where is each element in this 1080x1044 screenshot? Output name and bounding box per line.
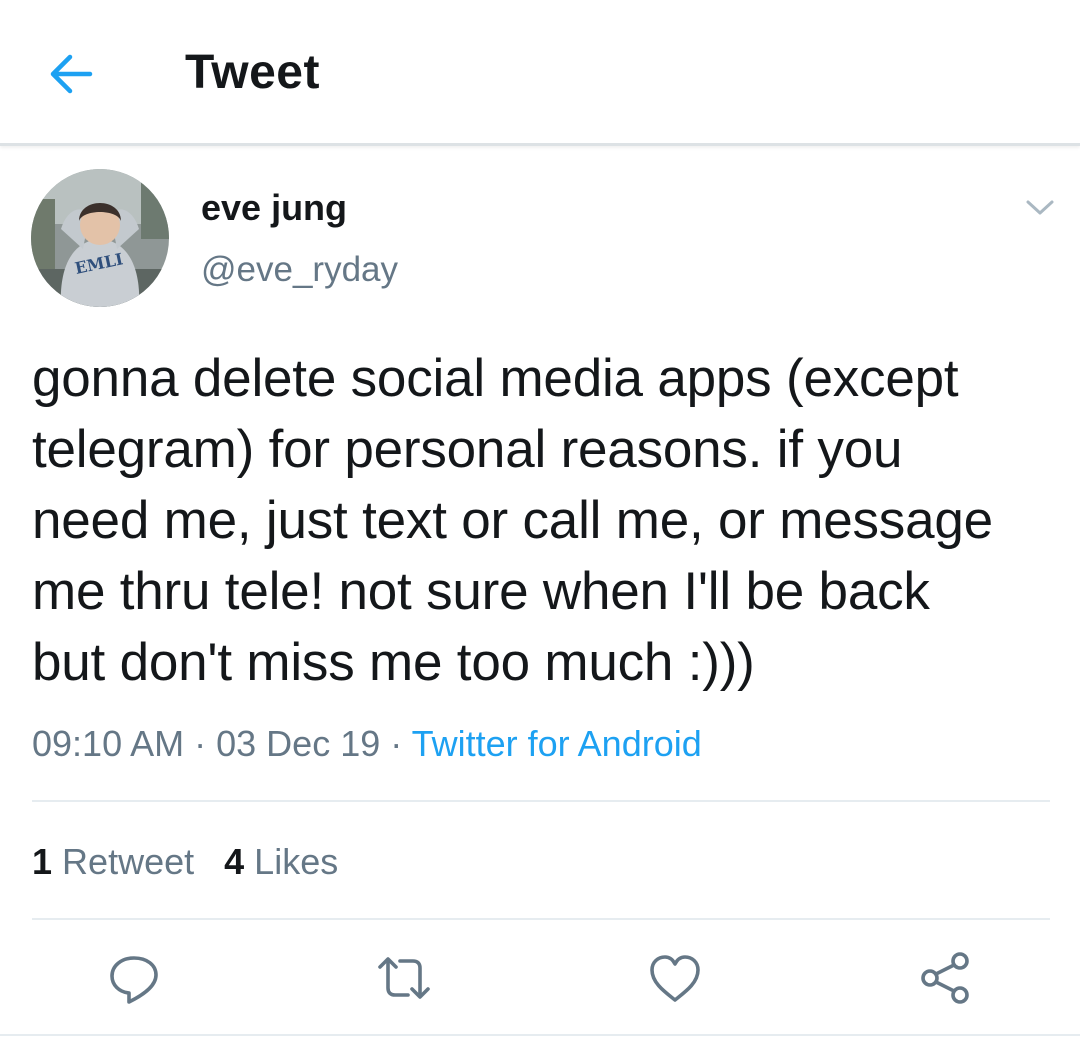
like-count-label: Likes [254,841,339,882]
retweet-count[interactable]: 1 Retweet [32,841,194,882]
author-name[interactable]: eve jung [201,186,347,230]
top-app-bar: Tweet [0,0,1080,146]
divider [32,800,1050,802]
retweet-count-label: Retweet [62,841,195,882]
tweet-date: 03 Dec 19 [216,723,381,764]
like-icon[interactable] [645,948,705,1008]
divider [0,1034,1080,1036]
tweet-source-link[interactable]: Twitter for Android [412,723,702,764]
meta-separator: · [390,723,403,764]
divider [32,918,1050,920]
arrow-left-icon[interactable] [44,46,100,102]
author-handle[interactable]: @eve_ryday [201,248,398,292]
tweet-time: 09:10 AM [32,723,185,764]
engagement-stats: 1 Retweet 4 Likes [32,839,338,885]
retweet-count-number: 1 [32,841,53,882]
share-icon[interactable] [915,948,975,1008]
tweet-text: gonna delete social media apps (except t… [32,349,993,692]
page-title: Tweet [185,46,320,99]
like-count-number: 4 [224,841,245,882]
retweet-icon[interactable] [374,948,434,1008]
chevron-down-icon[interactable] [1022,192,1058,224]
avatar[interactable]: EMLI [31,169,169,307]
reply-icon[interactable] [104,948,164,1008]
meta-separator: · [194,723,207,764]
tweet-meta: 09:10 AM · 03 Dec 19 · Twitter for Andro… [32,721,702,767]
like-count[interactable]: 4 Likes [224,841,338,882]
